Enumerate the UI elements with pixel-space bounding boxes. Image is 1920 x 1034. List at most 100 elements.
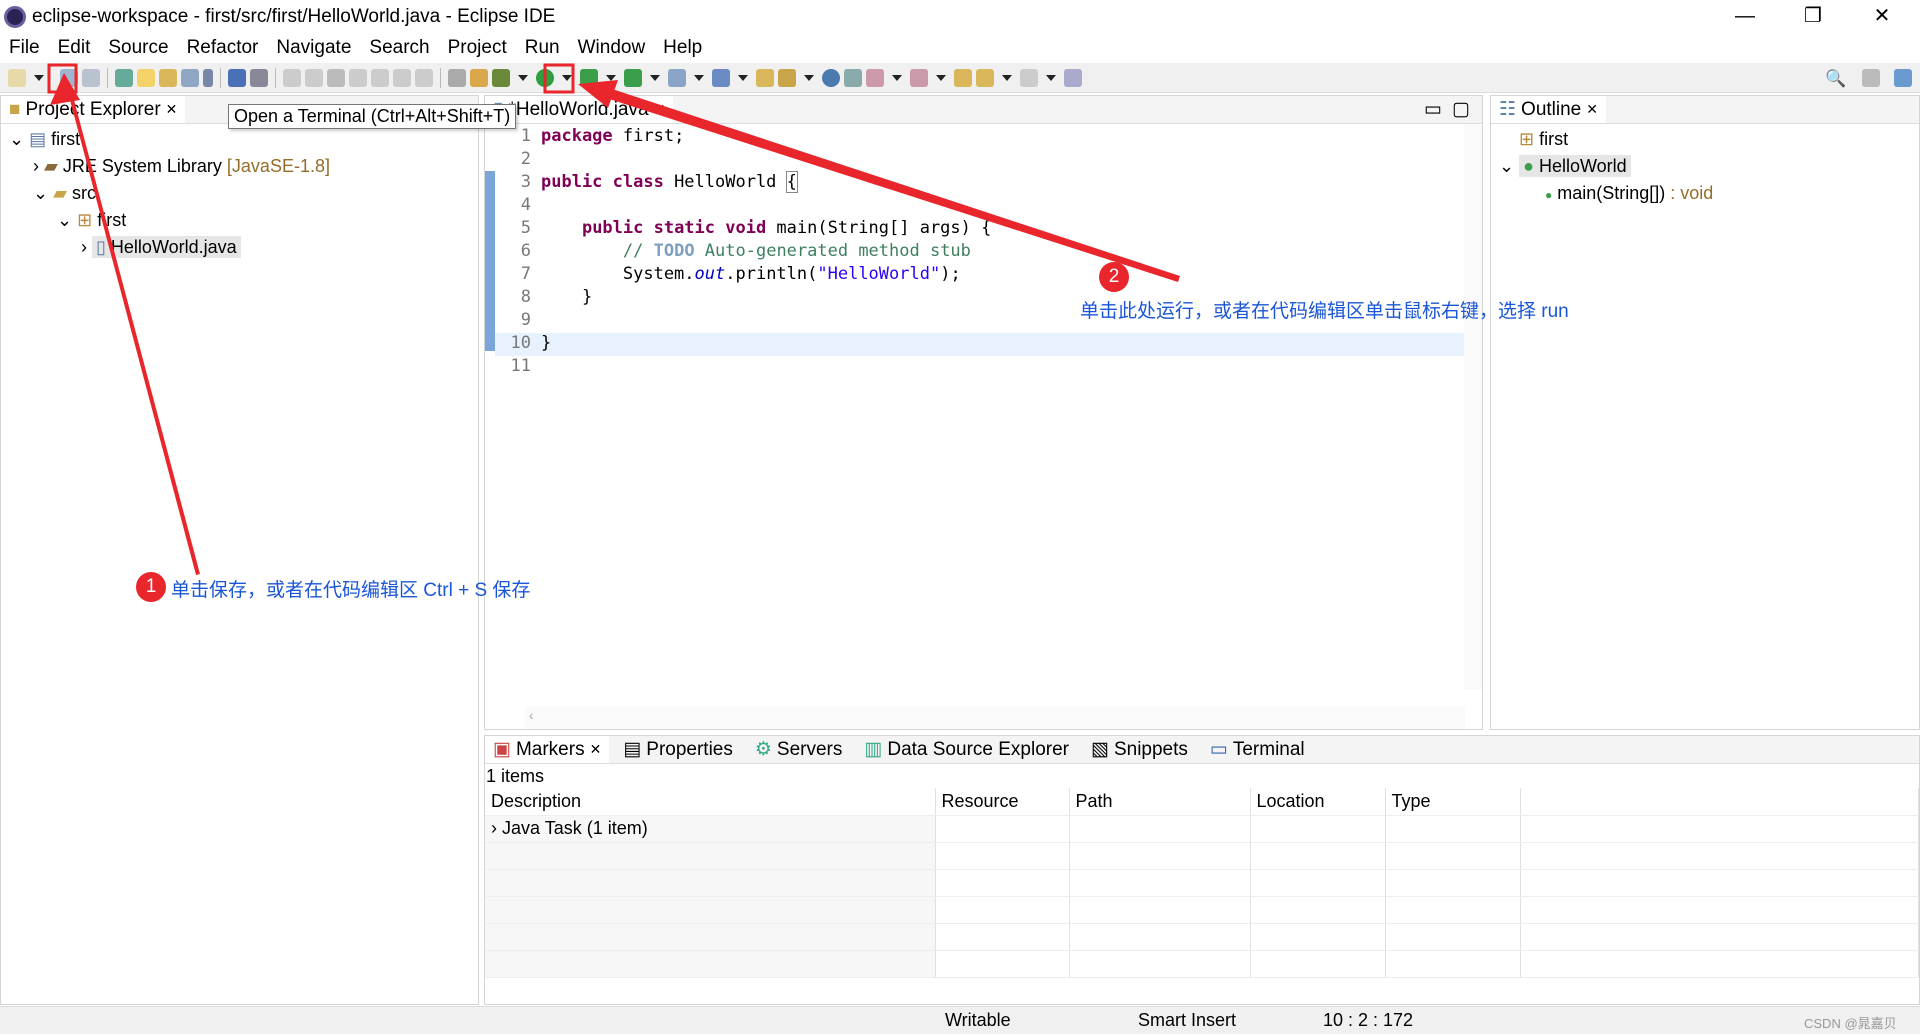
menu-refactor[interactable]: Refactor bbox=[178, 37, 268, 59]
restore-button[interactable]: ❐ bbox=[1783, 0, 1843, 33]
terminate-icon[interactable] bbox=[327, 68, 345, 87]
code-line[interactable]: 11 bbox=[495, 355, 1465, 378]
drop-to-frame-icon[interactable] bbox=[470, 68, 488, 87]
globe-icon[interactable] bbox=[822, 68, 840, 87]
open-folder-icon[interactable] bbox=[756, 68, 774, 87]
code-line[interactable]: 6 // TODO Auto-generated method stub bbox=[495, 240, 1465, 263]
close-tab-icon[interactable]: ✕ bbox=[1586, 101, 1598, 118]
tab-properties[interactable]: ▤ Properties bbox=[615, 736, 741, 763]
word-wrap-icon[interactable] bbox=[181, 68, 199, 87]
open-terminal-icon[interactable] bbox=[228, 68, 246, 87]
menu-source[interactable]: Source bbox=[99, 37, 177, 59]
new-icon[interactable] bbox=[8, 68, 26, 87]
outline-item-class[interactable]: ⌄ ● HelloWorld bbox=[1491, 153, 1919, 180]
save-icon[interactable] bbox=[60, 68, 78, 87]
tree-item-project[interactable]: ⌄ ▤ first bbox=[1, 126, 478, 153]
code-line[interactable]: 2 bbox=[495, 148, 1465, 171]
column-path[interactable]: Path bbox=[1069, 788, 1251, 816]
tab-terminal[interactable]: ▭ Terminal bbox=[1202, 736, 1313, 763]
debug-icon[interactable] bbox=[492, 68, 510, 87]
coverage-dropdown-icon[interactable] bbox=[606, 74, 616, 81]
new-class-dropdown-icon[interactable] bbox=[738, 74, 748, 81]
open-perspective-icon[interactable] bbox=[1862, 69, 1880, 87]
menu-file[interactable]: File bbox=[0, 37, 49, 59]
new-server-dropdown-icon[interactable] bbox=[694, 74, 704, 81]
tab-outline[interactable]: ☷ Outline ✕ bbox=[1491, 96, 1606, 123]
tree-item-java-file[interactable]: › ▯ HelloWorld.java bbox=[1, 234, 478, 261]
column-resource[interactable]: Resource bbox=[935, 788, 1070, 816]
table-row[interactable]: › Java Task (1 item) bbox=[485, 815, 1919, 843]
pin-editor-icon[interactable] bbox=[1064, 68, 1082, 87]
disconnect-icon[interactable] bbox=[349, 68, 367, 87]
java-ee-perspective-icon[interactable] bbox=[1894, 69, 1912, 87]
resume-icon[interactable] bbox=[283, 68, 301, 87]
suspend-icon[interactable] bbox=[305, 68, 323, 87]
minimize-icon[interactable]: ▭ bbox=[1424, 98, 1442, 121]
tree-item-package[interactable]: ⌄ ⊞ first bbox=[1, 207, 478, 234]
code-line[interactable]: 5 public static void main(String[] args)… bbox=[495, 217, 1465, 240]
tree-item-src[interactable]: ⌄ ▰ src bbox=[1, 180, 478, 207]
search-tool-icon[interactable] bbox=[778, 68, 796, 87]
close-tab-icon[interactable]: ✕ bbox=[166, 101, 178, 118]
outline-item-method[interactable]: ● main(String[]) : void bbox=[1491, 180, 1919, 207]
forward-icon[interactable] bbox=[1020, 68, 1038, 87]
run-dropdown-icon[interactable] bbox=[562, 74, 572, 81]
horizontal-scrollbar[interactable]: ‹ bbox=[525, 707, 1465, 729]
back-dropdown-icon[interactable] bbox=[1002, 74, 1012, 81]
toggle-mark-occurrences-icon[interactable] bbox=[137, 68, 155, 87]
prev-annotation-icon[interactable] bbox=[910, 68, 928, 87]
code-line[interactable]: 4 bbox=[495, 194, 1465, 217]
column-description[interactable]: Description bbox=[485, 788, 936, 816]
prev-annotation-dropdown-icon[interactable] bbox=[936, 74, 946, 81]
forward-dropdown-icon[interactable] bbox=[1046, 74, 1056, 81]
menu-help[interactable]: Help bbox=[654, 37, 711, 59]
close-tab-icon[interactable]: ✕ bbox=[654, 101, 666, 118]
code-area[interactable]: 1 package first; 2 3 public class HelloWorld… bbox=[495, 125, 1465, 378]
annotation-icon[interactable] bbox=[844, 68, 862, 87]
skip-breakpoints-icon[interactable] bbox=[250, 68, 268, 87]
next-annotation-icon[interactable] bbox=[866, 68, 884, 87]
outline-item-package[interactable]: ⊞ first bbox=[1491, 126, 1919, 153]
step-return-icon[interactable] bbox=[415, 68, 433, 87]
code-line[interactable]: 1 package first; bbox=[495, 125, 1465, 148]
close-button[interactable]: ✕ bbox=[1852, 0, 1912, 33]
code-line[interactable]: 7 System.out.println("HelloWorld"); bbox=[495, 263, 1465, 286]
show-whitespace-icon[interactable] bbox=[203, 68, 213, 87]
column-type[interactable]: Type bbox=[1385, 788, 1521, 816]
back-icon[interactable] bbox=[976, 68, 994, 87]
tab-servers[interactable]: ⚙ Servers bbox=[747, 736, 851, 763]
new-dropdown-icon[interactable] bbox=[34, 74, 44, 81]
coverage-icon[interactable] bbox=[580, 68, 598, 87]
close-tab-icon[interactable]: ✕ bbox=[590, 741, 602, 758]
column-location[interactable]: Location bbox=[1250, 788, 1386, 816]
search-icon[interactable]: 🔍 bbox=[1825, 69, 1846, 89]
external-tools-dropdown-icon[interactable] bbox=[650, 74, 660, 81]
minimize-button[interactable]: — bbox=[1715, 0, 1775, 33]
step-into-icon[interactable] bbox=[371, 68, 389, 87]
new-server-icon[interactable] bbox=[668, 68, 686, 87]
code-line[interactable]: 3 public class HelloWorld { bbox=[495, 171, 1465, 194]
external-tools-icon[interactable] bbox=[624, 68, 642, 87]
tab-markers[interactable]: ▣ Markers ✕ bbox=[485, 736, 610, 763]
menu-run[interactable]: Run bbox=[516, 37, 569, 59]
search-dropdown-icon[interactable] bbox=[804, 74, 814, 81]
menu-window[interactable]: Window bbox=[569, 37, 655, 59]
menu-navigate[interactable]: Navigate bbox=[267, 37, 360, 59]
new-class-icon[interactable] bbox=[712, 68, 730, 87]
menu-search[interactable]: Search bbox=[360, 37, 438, 59]
open-type-icon[interactable] bbox=[115, 68, 133, 87]
next-annotation-dropdown-icon[interactable] bbox=[892, 74, 902, 81]
tab-data-source-explorer[interactable]: ▥ Data Source Explorer bbox=[856, 736, 1077, 763]
debug-dropdown-icon[interactable] bbox=[518, 74, 528, 81]
last-edit-icon[interactable] bbox=[954, 68, 972, 87]
step-over-icon[interactable] bbox=[393, 68, 411, 87]
save-all-icon[interactable] bbox=[82, 68, 100, 87]
tab-project-explorer[interactable]: ■ Project Explorer ✕ bbox=[1, 96, 186, 123]
code-line[interactable]: 10} bbox=[495, 332, 1465, 355]
run-icon[interactable] bbox=[536, 68, 554, 87]
tab-snippets[interactable]: ▧ Snippets bbox=[1083, 736, 1196, 763]
maximize-icon[interactable]: ▢ bbox=[1452, 98, 1470, 121]
tree-item-jre[interactable]: › ▰ JRE System Library [JavaSE-1.8] bbox=[1, 153, 478, 180]
toggle-block-selection-icon[interactable] bbox=[159, 68, 177, 87]
use-step-filters-icon[interactable] bbox=[448, 68, 466, 87]
